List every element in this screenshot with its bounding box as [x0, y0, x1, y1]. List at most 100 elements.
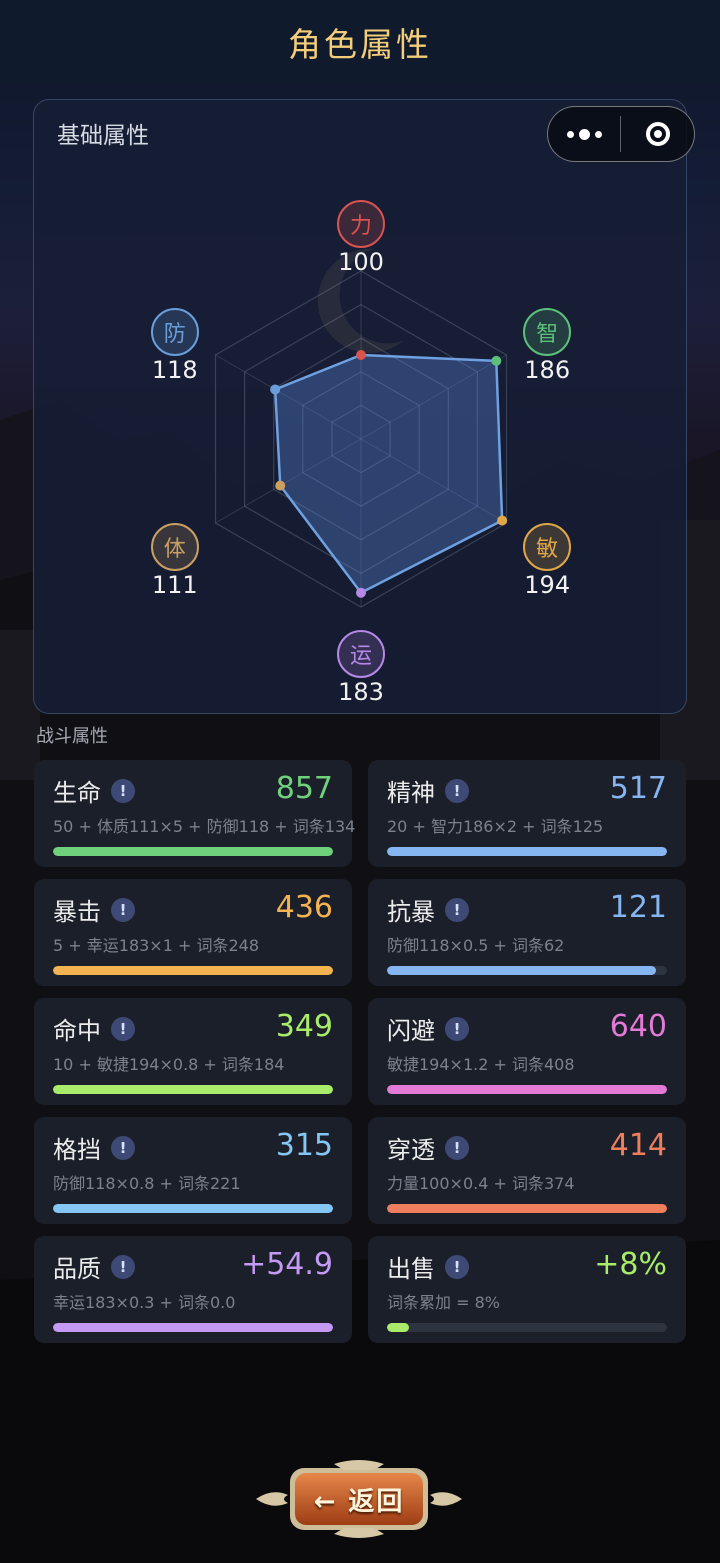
info-icon[interactable]: !	[445, 898, 469, 922]
combat-card-progress	[387, 1085, 667, 1094]
stat-badge-constitution: 体	[150, 522, 199, 571]
more-button[interactable]	[548, 107, 620, 161]
info-icon[interactable]: !	[111, 1255, 135, 1279]
stat-value-constitution: 111	[151, 570, 198, 599]
combat-card-progress-fill	[387, 1085, 667, 1094]
combat-card-name: 暴击	[53, 898, 101, 926]
stat-node-defense: 防 118	[130, 307, 220, 384]
stat-value-strength: 100	[338, 248, 384, 276]
combat-card-value: 640	[609, 1009, 667, 1044]
combat-card-name: 精神	[387, 779, 435, 807]
combat-card: 品质! +54.9 幸运183×0.3 + 词条0.0	[34, 1236, 352, 1343]
combat-card-value: +54.9	[241, 1247, 333, 1282]
combat-card-progress	[53, 1085, 333, 1094]
combat-card-formula: 防御118×0.8 + 词条221	[53, 1174, 241, 1193]
info-icon[interactable]: !	[111, 1017, 135, 1041]
info-icon[interactable]: !	[111, 779, 135, 803]
miniprogram-capsule	[547, 106, 695, 162]
combat-card: 格挡! 315 防御118×0.8 + 词条221	[34, 1117, 352, 1224]
info-icon[interactable]: !	[111, 898, 135, 922]
combat-card: 闪避! 640 敏捷194×1.2 + 词条408	[368, 998, 686, 1105]
stat-node-agility: 敏 194	[502, 522, 592, 598]
stat-value-intellect: 186	[524, 355, 571, 384]
combat-card: 抗暴! 121 防御118×0.5 + 词条62	[368, 879, 686, 986]
combat-card-formula: 敏捷194×1.2 + 词条408	[387, 1055, 575, 1074]
combat-card-value: 414	[609, 1128, 667, 1163]
combat-card-value: +8%	[594, 1247, 667, 1282]
combat-card-formula: 幸运183×0.3 + 词条0.0	[53, 1293, 236, 1312]
combat-card-value: 436	[275, 890, 333, 925]
radar-point-luck	[356, 587, 366, 598]
combat-card-value: 349	[275, 1009, 333, 1044]
stat-value-defense: 118	[151, 355, 198, 384]
combat-card: 出售! +8% 词条累加 = 8%	[368, 1236, 686, 1343]
info-icon[interactable]: !	[445, 1255, 469, 1279]
radar-point-strength	[356, 350, 366, 360]
combat-card: 穿透! 414 力量100×0.4 + 词条374	[368, 1117, 686, 1224]
combat-card-progress-fill	[387, 1204, 667, 1213]
combat-card-name: 命中	[53, 1017, 101, 1045]
page-header: 角色属性	[0, 0, 720, 84]
target-icon	[645, 122, 670, 146]
combat-card: 生命! 857 50 + 体质111×5 + 防御118 + 词条134	[34, 760, 356, 867]
combat-card-name: 穿透	[387, 1136, 435, 1164]
combat-card: 精神! 517 20 + 智力186×2 + 词条125	[368, 760, 686, 867]
info-icon[interactable]: !	[445, 1136, 469, 1160]
combat-card-value: 857	[275, 771, 333, 806]
combat-card-progress-fill	[53, 847, 333, 856]
page-title: 角色属性	[288, 25, 432, 64]
back-button-label: ← 返回	[313, 1486, 405, 1517]
close-button[interactable]	[621, 107, 694, 161]
basic-attributes-panel: 基础属性 力 100 智 186 敏 194 运 183 体 111 防 118	[33, 99, 687, 714]
stat-node-intellect: 智 186	[502, 307, 592, 384]
stat-badge-agility: 敏	[523, 522, 572, 571]
stat-node-luck: 运 183	[316, 630, 406, 705]
combat-card-value: 517	[609, 771, 667, 806]
combat-card-progress-fill	[53, 966, 333, 975]
stat-badge-luck: 运	[337, 630, 385, 678]
combat-card-progress	[387, 847, 667, 856]
combat-card-progress-fill	[53, 1204, 333, 1213]
combat-card-name: 格挡	[53, 1136, 101, 1164]
radar-data-area	[273, 353, 504, 594]
stat-node-constitution: 体 111	[130, 522, 220, 599]
more-dots-icon	[566, 130, 574, 138]
stat-badge-strength: 力	[337, 200, 385, 248]
combat-card-value: 121	[609, 890, 667, 925]
info-icon[interactable]: !	[111, 1136, 135, 1160]
combat-card-name: 品质	[53, 1255, 101, 1283]
combat-card-name: 闪避	[387, 1017, 435, 1045]
combat-card-formula: 10 + 敏捷194×0.8 + 词条184	[53, 1055, 285, 1074]
combat-card-progress-fill	[53, 1323, 333, 1332]
combat-card-formula: 防御118×0.5 + 词条62	[387, 936, 565, 955]
info-icon[interactable]: !	[445, 1017, 469, 1041]
combat-card-name: 出售	[387, 1255, 435, 1283]
combat-card-progress-fill	[387, 1323, 410, 1332]
combat-card-progress	[53, 966, 333, 975]
combat-card-progress	[387, 1323, 667, 1332]
stat-badge-intellect: 智	[523, 307, 572, 356]
combat-card-formula: 5 + 幸运183×1 + 词条248	[53, 936, 260, 955]
combat-card: 暴击! 436 5 + 幸运183×1 + 词条248	[34, 879, 352, 986]
radar-point-defense	[270, 384, 281, 395]
combat-card-formula: 词条累加 = 8%	[387, 1293, 500, 1312]
combat-card-formula: 50 + 体质111×5 + 防御118 + 词条134	[53, 817, 356, 836]
combat-card-name: 生命	[53, 779, 101, 807]
combat-card-progress	[387, 1204, 667, 1213]
stat-badge-defense: 防	[150, 307, 199, 356]
combat-attributes-title: 战斗属性	[36, 726, 108, 747]
combat-card-progress	[387, 966, 667, 975]
back-button[interactable]: ← 返回	[254, 1458, 464, 1540]
combat-card-name: 抗暴	[387, 898, 435, 926]
combat-card-progress-fill	[387, 847, 667, 856]
combat-card-formula: 力量100×0.4 + 词条374	[387, 1174, 575, 1193]
radar-point-intellect	[491, 355, 502, 366]
radar-point-constitution	[275, 480, 286, 491]
stat-node-strength: 力 100	[316, 200, 406, 275]
combat-card: 命中! 349 10 + 敏捷194×0.8 + 词条184	[34, 998, 352, 1105]
combat-card-value: 315	[275, 1128, 333, 1163]
info-icon[interactable]: !	[445, 779, 469, 803]
combat-card-progress	[53, 1204, 333, 1213]
combat-card-formula: 20 + 智力186×2 + 词条125	[387, 817, 604, 836]
combat-card-progress	[53, 1323, 333, 1332]
